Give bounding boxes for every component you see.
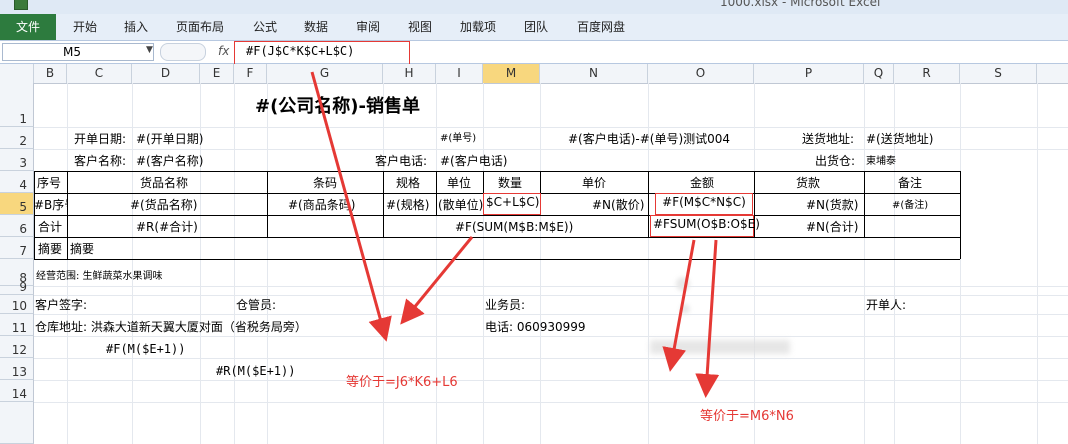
annotation-arrows	[310, 71, 720, 398]
annotation-right: 等价于=M6*N6	[700, 409, 794, 424]
annotation-left: 等价于=J6*K6+L6	[346, 375, 458, 390]
arrow-sum-amount-1	[662, 239, 696, 372]
arrow-formula-to-annotation	[310, 71, 392, 342]
arrow-sum-qty	[400, 236, 474, 325]
arrow-sum-amount-2	[695, 239, 720, 398]
